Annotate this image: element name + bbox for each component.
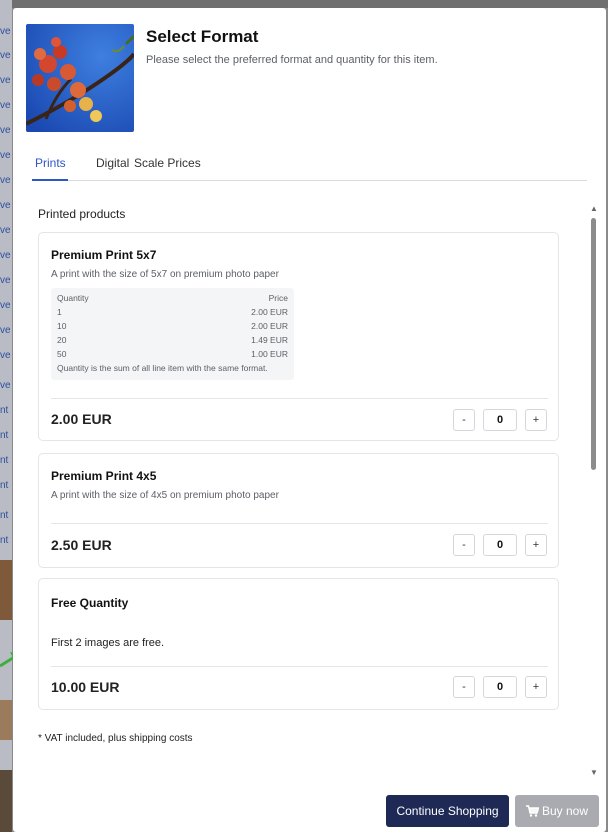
price-table-header: Quantity Price	[57, 291, 288, 305]
product-thumbnail	[26, 24, 134, 132]
background-text: ve	[0, 150, 11, 161]
modal-subtitle: Please select the preferred format and q…	[146, 54, 438, 66]
background-text: ve	[0, 100, 11, 111]
row-price: 2.00 EUR	[251, 307, 288, 317]
price-table-row: 1 2.00 EUR	[57, 305, 288, 319]
background-text: nt	[0, 455, 9, 466]
background-text: nt	[0, 535, 9, 546]
background-text: nt	[0, 405, 9, 416]
continue-shopping-label: Continue Shopping	[396, 804, 499, 818]
background-photo	[0, 700, 12, 740]
quantity-stepper: - 0 +	[453, 409, 547, 431]
select-format-modal: Select Format Please select the preferre…	[13, 8, 606, 832]
row-price: 1.49 EUR	[251, 335, 288, 345]
price-table-row: 20 1.49 EUR	[57, 333, 288, 347]
quantity-input[interactable]: 0	[483, 409, 517, 431]
background-text: ve	[0, 26, 11, 37]
background-text: nt	[0, 510, 9, 521]
row-quantity: 20	[57, 335, 67, 345]
modal-title: Select Format	[146, 27, 259, 46]
background-text: ve	[0, 300, 11, 311]
shopping-cart-icon	[525, 805, 539, 817]
product-price: 2.50 EUR	[51, 537, 112, 553]
product-title: Premium Print 5x7	[51, 248, 157, 262]
row-price: 1.00 EUR	[251, 349, 288, 359]
price-table-note: Quantity is the sum of all line item wit…	[57, 363, 268, 373]
price-header: Price	[268, 293, 288, 303]
product-card: Free Quantity First 2 images are free. 1…	[38, 578, 559, 710]
row-price: 2.00 EUR	[251, 321, 288, 331]
products-scroll-area[interactable]: Printed products Premium Print 5x7 A pri…	[32, 190, 587, 780]
quantity-stepper: - 0 +	[453, 676, 547, 698]
decrease-quantity-button[interactable]: -	[453, 676, 475, 698]
product-price: 2.00 EUR	[51, 411, 112, 427]
background-photo	[0, 770, 12, 832]
background-sidebar: ve ve ve ve ve ve ve ve ve ve ve ve ve v…	[0, 0, 12, 832]
scale-price-table: Quantity Price 1 2.00 EUR 10 2.00 EUR 20…	[51, 288, 294, 380]
quantity-stepper: - 0 +	[453, 534, 547, 556]
vat-note: * VAT included, plus shipping costs	[38, 733, 193, 744]
decrease-quantity-button[interactable]: -	[453, 409, 475, 431]
section-label: Printed products	[38, 207, 126, 221]
quantity-input[interactable]: 0	[483, 534, 517, 556]
buy-now-button[interactable]: Buy now	[515, 795, 599, 827]
price-table-row: 50 1.00 EUR	[57, 347, 288, 361]
triangle-down-icon[interactable]: ▼	[590, 768, 598, 777]
background-text: ve	[0, 380, 11, 391]
tab-digital[interactable]: Digital	[96, 156, 129, 170]
vertical-scrollbar[interactable]: ▲ ▼	[589, 204, 599, 780]
card-divider	[51, 398, 548, 399]
background-text: ve	[0, 200, 11, 211]
background-text: ve	[0, 125, 11, 136]
product-price: 10.00 EUR	[51, 679, 120, 695]
background-text: ve	[0, 325, 11, 336]
product-title: Free Quantity	[51, 596, 129, 610]
buy-now-label: Buy now	[541, 804, 589, 818]
increase-quantity-button[interactable]: +	[525, 676, 547, 698]
increase-quantity-button[interactable]: +	[525, 534, 547, 556]
row-quantity: 10	[57, 321, 67, 331]
row-quantity: 1	[57, 307, 62, 317]
background-text: ve	[0, 50, 11, 61]
product-card: Premium Print 4x5 A print with the size …	[38, 453, 559, 568]
scrollbar-thumb[interactable]	[591, 218, 596, 470]
product-title: Premium Print 4x5	[51, 469, 157, 483]
format-tabs: Prints Digital Scale Prices	[32, 153, 587, 181]
increase-quantity-button[interactable]: +	[525, 409, 547, 431]
background-text: ve	[0, 225, 11, 236]
background-text: ve	[0, 75, 11, 86]
product-description: First 2 images are free.	[51, 637, 165, 649]
quantity-input[interactable]: 0	[483, 676, 517, 698]
card-divider	[51, 666, 548, 667]
product-card: Premium Print 5x7 A print with the size …	[38, 232, 559, 441]
active-tab-indicator	[32, 179, 68, 181]
tab-scale-prices[interactable]: Scale Prices	[134, 156, 201, 170]
background-text: ve	[0, 250, 11, 261]
background-topbar	[0, 0, 608, 8]
product-description: A print with the size of 4x5 on premium …	[51, 490, 279, 501]
background-text: nt	[0, 430, 9, 441]
price-table-row: 10 2.00 EUR	[57, 319, 288, 333]
product-description: A print with the size of 5x7 on premium …	[51, 269, 279, 280]
background-text: ve	[0, 175, 11, 186]
decrease-quantity-button[interactable]: -	[453, 534, 475, 556]
tab-prints[interactable]: Prints	[35, 156, 66, 170]
background-text: ve	[0, 350, 11, 361]
continue-shopping-button[interactable]: Continue Shopping	[386, 795, 509, 827]
row-quantity: 50	[57, 349, 67, 359]
background-text: nt	[0, 480, 9, 491]
background-text: ve	[0, 275, 11, 286]
card-divider	[51, 523, 548, 524]
modal-header: Select Format Please select the preferre…	[26, 24, 586, 134]
triangle-up-icon[interactable]: ▲	[590, 204, 598, 213]
background-photo	[0, 560, 12, 620]
quantity-header: Quantity	[57, 293, 89, 303]
